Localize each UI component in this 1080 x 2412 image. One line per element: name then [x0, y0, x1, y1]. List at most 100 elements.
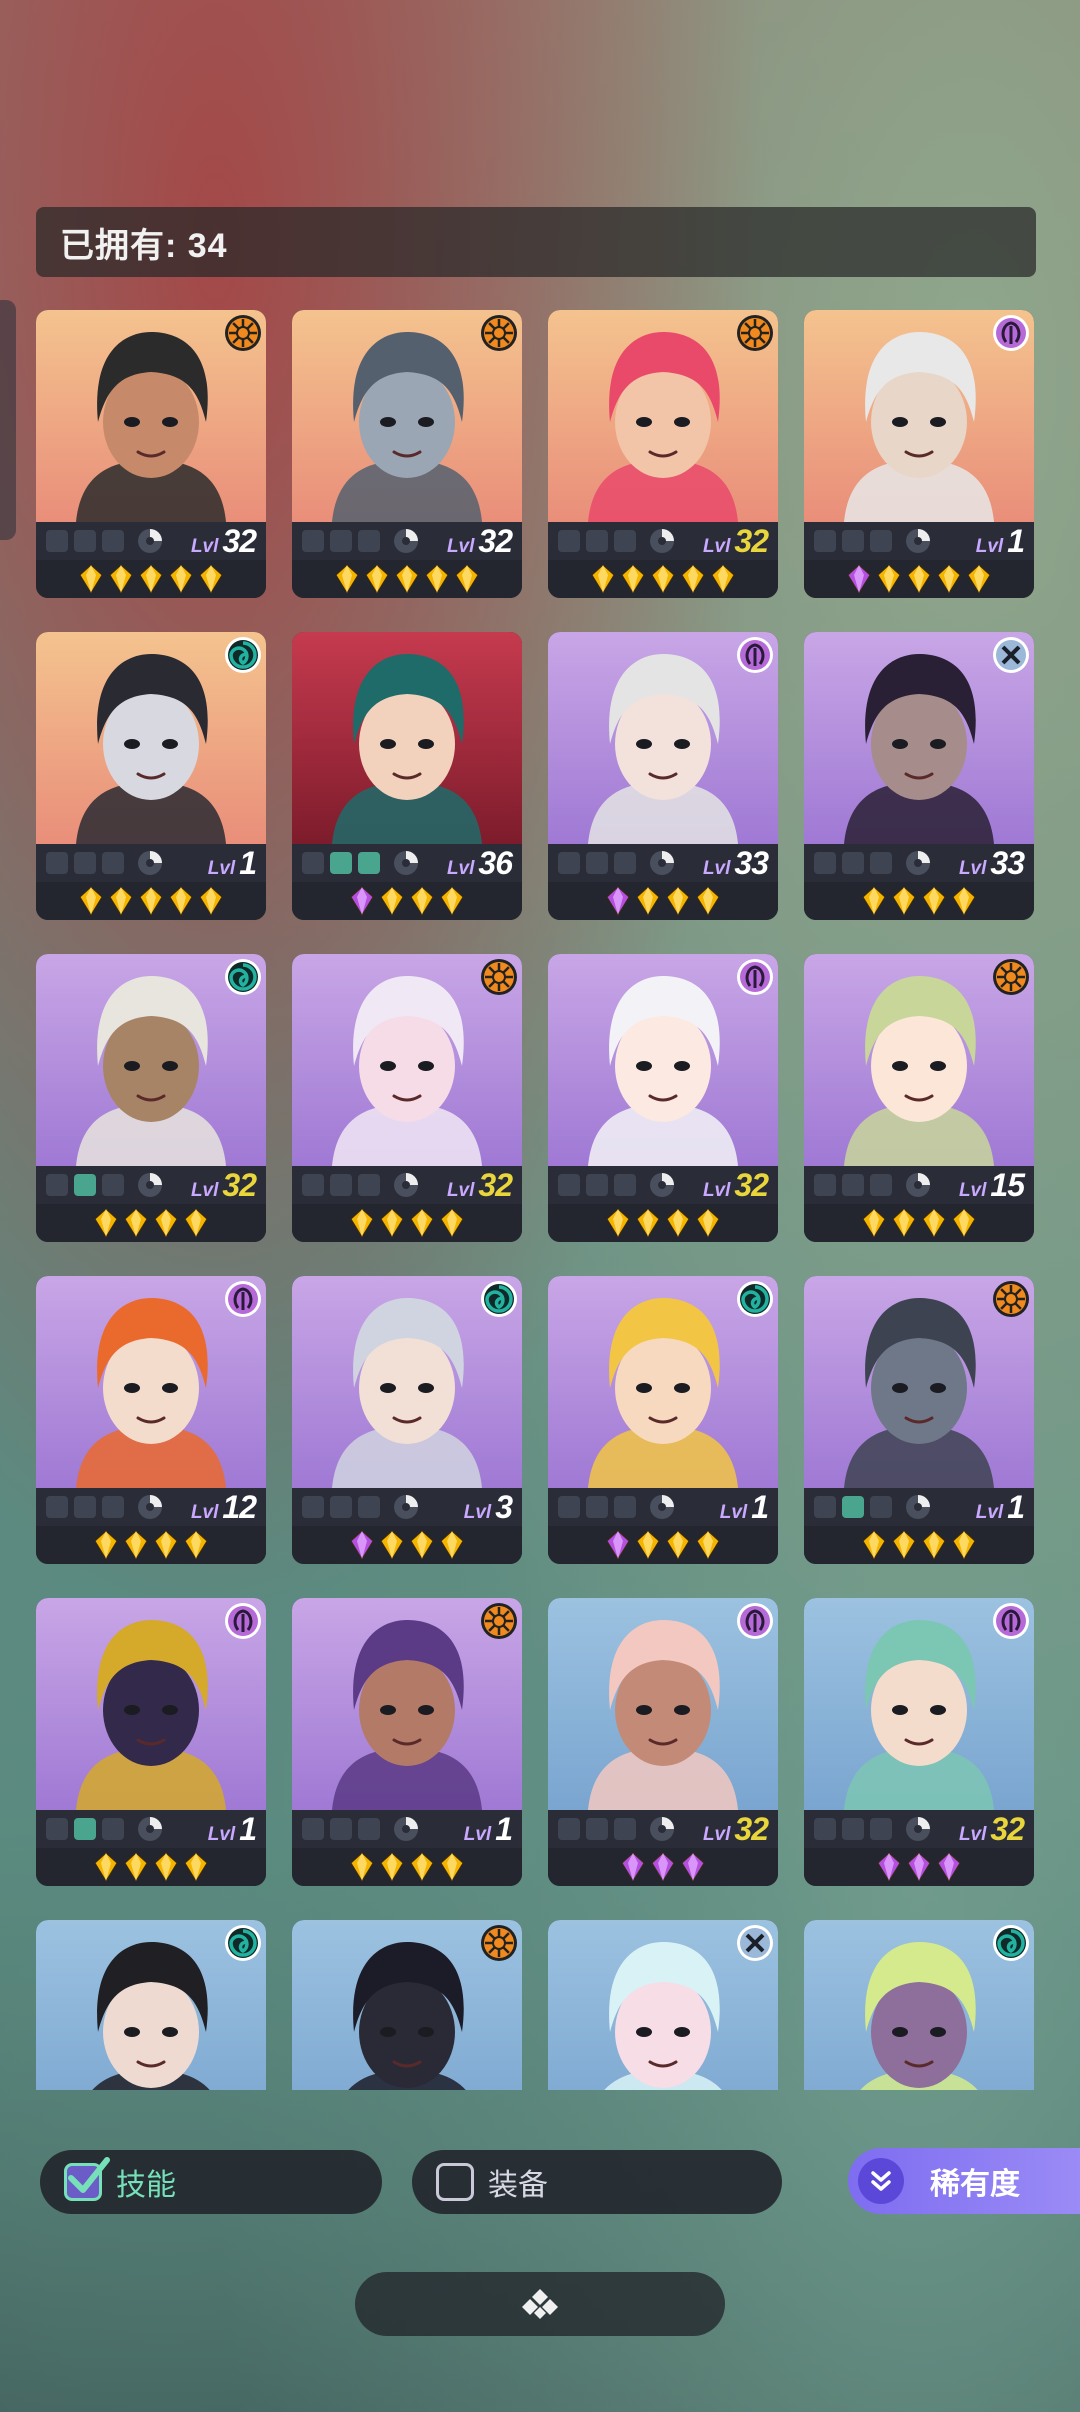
- gold-gem-icon: [922, 1530, 946, 1560]
- level-prefix: Lvl: [190, 1501, 219, 1523]
- purple-gem-icon: [621, 1852, 645, 1882]
- skill-slot: [870, 530, 892, 552]
- faction-moon-icon: [224, 1280, 262, 1318]
- level-prefix: Lvl: [446, 535, 475, 557]
- hero-stats-row: Lvl 32: [548, 1166, 778, 1204]
- chevron-down-icon: [858, 2158, 904, 2204]
- level-prefix: Lvl: [207, 857, 236, 879]
- hero-level: Lvl 1: [976, 1489, 1025, 1526]
- hero-stats-row: Lvl 1: [548, 1488, 778, 1526]
- skill-slot: [302, 1174, 324, 1196]
- hero-card[interactable]: [36, 1920, 266, 2090]
- hero-card[interactable]: Lvl 12: [36, 1276, 266, 1564]
- skill-slot: [870, 852, 892, 874]
- hero-card[interactable]: Lvl 32: [292, 954, 522, 1242]
- skill-slot: [558, 1818, 580, 1840]
- hero-card[interactable]: [804, 1920, 1034, 2090]
- gold-gem-icon: [184, 1530, 208, 1560]
- gold-gem-icon: [862, 1530, 886, 1560]
- hero-card[interactable]: Lvl 1: [36, 632, 266, 920]
- level-prefix: Lvl: [446, 1179, 475, 1201]
- faction-swirl-icon: [480, 1280, 518, 1318]
- gold-gem-icon: [94, 1208, 118, 1238]
- hero-card[interactable]: Lvl 32: [548, 310, 778, 598]
- skill-checkbox[interactable]: [64, 2157, 110, 2201]
- hero-rarity-gems: [292, 1204, 522, 1242]
- cooldown-icon: [650, 851, 674, 875]
- hero-rarity-gems: [548, 1526, 778, 1564]
- skill-slot: [358, 1174, 380, 1196]
- hero-stats-row: Lvl 15: [804, 1166, 1034, 1204]
- hero-level: Lvl 32: [446, 1167, 513, 1204]
- gold-gem-icon: [109, 564, 133, 594]
- hero-stats-row: Lvl 32: [36, 1166, 266, 1204]
- hero-card[interactable]: Lvl 32: [548, 954, 778, 1242]
- hero-card[interactable]: Lvl 1: [292, 1598, 522, 1886]
- hero-card[interactable]: Lvl 33: [804, 632, 1034, 920]
- gold-gem-icon: [696, 886, 720, 916]
- hero-card[interactable]: Lvl 32: [36, 954, 266, 1242]
- skill-slot: [814, 1174, 836, 1196]
- skill-filter-toggle[interactable]: 技能: [40, 2150, 382, 2214]
- gold-gem-icon: [922, 886, 946, 916]
- gold-gem-icon: [862, 886, 886, 916]
- hero-card[interactable]: Lvl 3: [292, 1276, 522, 1564]
- gold-gem-icon: [952, 886, 976, 916]
- hero-level: Lvl 33: [959, 845, 1025, 882]
- hero-rarity-gems: [804, 1204, 1034, 1242]
- collapse-panel-button[interactable]: [355, 2272, 725, 2336]
- gold-gem-icon: [696, 1530, 720, 1560]
- gold-gem-icon: [636, 1530, 660, 1560]
- skill-slot: [102, 530, 124, 552]
- gold-gem-icon: [79, 886, 103, 916]
- cooldown-icon: [394, 851, 418, 875]
- hero-card[interactable]: Lvl 32: [292, 310, 522, 598]
- hero-level: Lvl 1: [720, 1489, 769, 1526]
- skill-slot: [330, 852, 352, 874]
- level-prefix: Lvl: [446, 857, 475, 879]
- gold-gem-icon: [410, 1208, 434, 1238]
- hero-card[interactable]: Lvl 1: [804, 310, 1034, 598]
- side-drawer-tab[interactable]: [0, 300, 16, 540]
- purple-gem-icon: [937, 1852, 961, 1882]
- cooldown-icon: [650, 1173, 674, 1197]
- gold-gem-icon: [199, 886, 223, 916]
- equipment-filter-toggle[interactable]: 装备: [412, 2150, 782, 2214]
- gold-gem-icon: [169, 564, 193, 594]
- level-prefix: Lvl: [463, 1501, 492, 1523]
- hero-card[interactable]: Lvl 15: [804, 954, 1034, 1242]
- skill-slot: [614, 1174, 636, 1196]
- hero-card[interactable]: Lvl 32: [548, 1598, 778, 1886]
- faction-swirl-icon: [736, 1280, 774, 1318]
- faction-sun-icon: [736, 314, 774, 352]
- skill-slot: [842, 1818, 864, 1840]
- hero-card[interactable]: Lvl 32: [804, 1598, 1034, 1886]
- level-prefix: Lvl: [702, 857, 731, 879]
- hero-card[interactable]: Lvl 33: [548, 632, 778, 920]
- rarity-sort-button[interactable]: 稀有度: [848, 2148, 1080, 2214]
- hero-card[interactable]: Lvl 36: [292, 632, 522, 920]
- skill-slot: [586, 1818, 608, 1840]
- skill-slot: [614, 1818, 636, 1840]
- hero-card[interactable]: Lvl 1: [804, 1276, 1034, 1564]
- equipment-checkbox[interactable]: [436, 2163, 474, 2201]
- hero-card[interactable]: Lvl 1: [36, 1598, 266, 1886]
- hero-card[interactable]: [292, 1920, 522, 2090]
- gold-gem-icon: [440, 1208, 464, 1238]
- skill-slot: [358, 530, 380, 552]
- cooldown-icon: [394, 529, 418, 553]
- hero-card[interactable]: Lvl 32: [36, 310, 266, 598]
- hero-stats-row: Lvl 12: [36, 1488, 266, 1526]
- gold-gem-icon: [711, 564, 735, 594]
- cooldown-icon: [906, 1173, 930, 1197]
- gold-gem-icon: [380, 1530, 404, 1560]
- cooldown-icon: [138, 1817, 162, 1841]
- skill-slot: [46, 1174, 68, 1196]
- hero-card[interactable]: Lvl 1: [548, 1276, 778, 1564]
- skill-slot: [814, 1496, 836, 1518]
- faction-sun-icon: [992, 958, 1030, 996]
- gold-gem-icon: [440, 1530, 464, 1560]
- hero-card[interactable]: [548, 1920, 778, 2090]
- cooldown-icon: [394, 1173, 418, 1197]
- hero-rarity-gems: [292, 882, 522, 920]
